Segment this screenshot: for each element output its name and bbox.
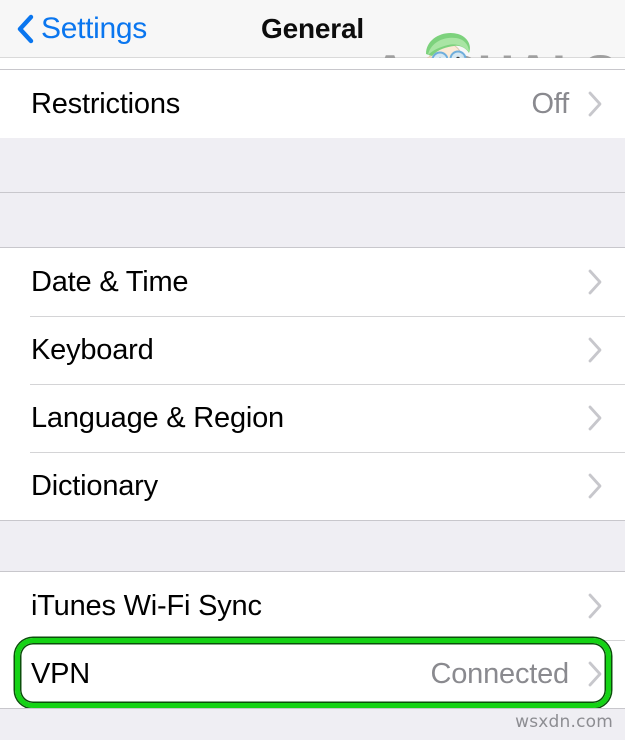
- group-separator-gap: [0, 192, 625, 248]
- partial-row-strip: [0, 58, 625, 70]
- chevron-right-icon: [588, 269, 602, 295]
- list-item-dictionary[interactable]: Dictionary: [0, 452, 625, 520]
- chevron-right-icon: [588, 593, 602, 619]
- chevron-right-icon: [588, 337, 602, 363]
- navigation-bar: Settings General: [0, 0, 625, 58]
- ios-general-settings-screen: Settings General APPUALS: [0, 0, 625, 740]
- list-item-vpn[interactable]: VPN Connected: [0, 640, 625, 708]
- list-item-label: Dictionary: [31, 469, 158, 502]
- chevron-right-icon: [588, 473, 602, 499]
- list-item-label: VPN: [31, 657, 91, 690]
- chevron-right-icon: [588, 91, 602, 117]
- settings-group-locale: Date & Time Keyboard Language & Region D…: [0, 248, 625, 520]
- list-item-label: iTunes Wi-Fi Sync: [31, 589, 262, 622]
- list-item-label: Date & Time: [31, 265, 189, 298]
- settings-group-sync: iTunes Wi-Fi Sync VPN Connected: [0, 572, 625, 708]
- page-title: General: [261, 13, 364, 44]
- list-item-label: Keyboard: [31, 333, 154, 366]
- list-item-language-region[interactable]: Language & Region: [0, 384, 625, 452]
- chevron-right-icon: [588, 661, 602, 687]
- list-item-label: Language & Region: [31, 401, 284, 434]
- settings-group-restrictions: Restrictions Off: [0, 70, 625, 138]
- list-item-label: Restrictions: [31, 87, 181, 120]
- footer-watermark-text: wsxdn.com: [515, 712, 613, 732]
- list-item-date-time[interactable]: Date & Time: [0, 248, 625, 316]
- list-item-value: Off: [531, 87, 569, 120]
- list-item-itunes-wifi-sync[interactable]: iTunes Wi-Fi Sync: [0, 572, 625, 640]
- list-item-value: Connected: [430, 657, 570, 690]
- list-item-restrictions[interactable]: Restrictions Off: [0, 70, 625, 138]
- chevron-right-icon: [588, 405, 602, 431]
- group-separator-gap: [0, 520, 625, 572]
- list-item-keyboard[interactable]: Keyboard: [0, 316, 625, 384]
